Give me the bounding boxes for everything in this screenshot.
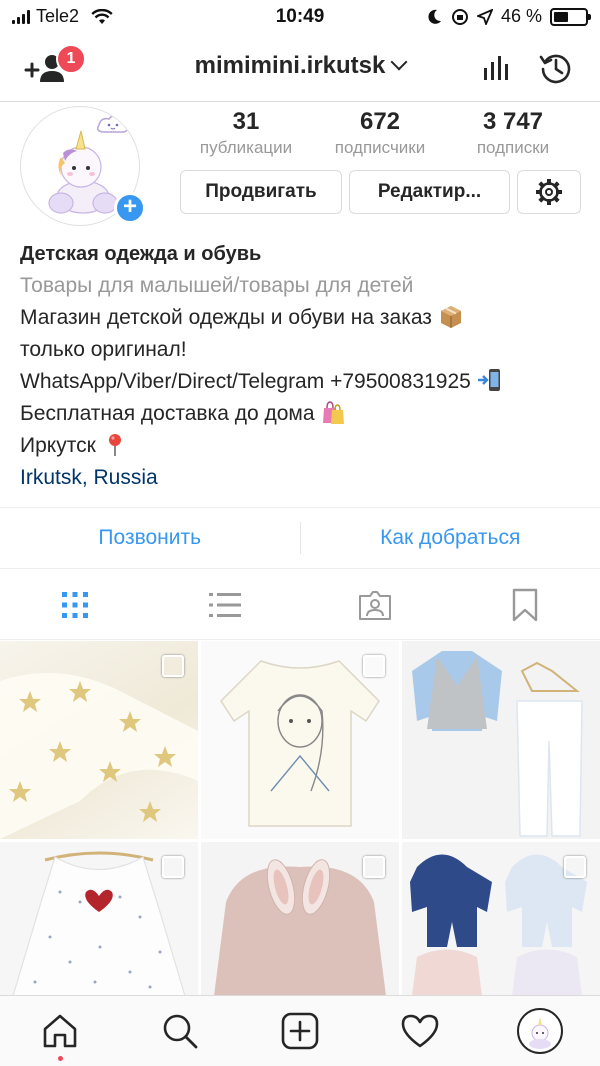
profile-avatar-small: [517, 1008, 563, 1054]
post-thumbnail[interactable]: [0, 641, 198, 839]
tab-list[interactable]: [150, 570, 300, 640]
stat-following-label: подписки: [476, 138, 550, 157]
battery-level: [554, 11, 568, 22]
post-thumbnail[interactable]: [402, 842, 600, 995]
nav-profile[interactable]: [480, 996, 600, 1066]
location-arrow-icon: [476, 8, 493, 25]
stat-following-value: 3 747: [482, 108, 544, 135]
call-button[interactable]: Позвонить: [0, 526, 300, 550]
phone-arrow-emoji-icon: [477, 369, 500, 391]
stat-posts[interactable]: 31 публикации: [176, 108, 316, 158]
tagged-icon: [359, 590, 391, 620]
profile-name: Детская одежда и обувь: [20, 243, 262, 265]
multiple-photos-icon: [162, 655, 184, 677]
stat-followers[interactable]: 672 подписчики: [310, 108, 450, 158]
list-icon: [209, 592, 241, 617]
search-icon: [163, 1014, 198, 1049]
bio-line: Бесплатная доставка до дома: [20, 398, 580, 430]
username-label: mimimini.irkutsk: [194, 52, 386, 79]
home-icon: [43, 1014, 77, 1048]
multiple-photos-icon: [162, 856, 184, 878]
bio-line-2: только оригинал!: [20, 338, 187, 361]
activity-dot: [57, 1055, 63, 1061]
bio-line-5: Иркутск: [20, 434, 96, 457]
status-bar-right: 46 %: [425, 6, 591, 27]
nav-search[interactable]: [120, 996, 240, 1066]
tab-grid[interactable]: [0, 570, 150, 640]
location-link[interactable]: Irkutsk, Russia: [20, 462, 580, 494]
unicorn-logo-small: [529, 1017, 551, 1049]
directions-button[interactable]: Как добраться: [301, 526, 600, 550]
post-thumbnail[interactable]: [201, 641, 399, 839]
pin-emoji-icon: [108, 434, 121, 456]
profile-category: Товары для малышей/товары для детей: [20, 274, 414, 297]
nav-home[interactable]: [0, 996, 120, 1066]
insights-icon[interactable]: [482, 52, 512, 82]
status-bar: Tele2 10:49 46 %: [0, 0, 600, 34]
stat-posts-label: публикации: [199, 138, 293, 157]
nav-activity[interactable]: [360, 996, 480, 1066]
profile-bio: Детская одежда и обувь Товары для малыше…: [20, 238, 580, 494]
bio-line: Иркутск: [20, 430, 580, 462]
posts-grid: [0, 641, 600, 995]
edit-profile-button[interactable]: Редактир...: [349, 170, 510, 214]
profile-header: 1 mimimini.irkutsk: [0, 34, 600, 102]
post-thumbnail[interactable]: [402, 641, 600, 839]
bio-line: WhatsApp/Viber/Direct/Telegram +79500831…: [20, 366, 580, 398]
post-image-vest-outfit: [412, 651, 583, 837]
multiple-photos-icon: [363, 856, 385, 878]
multiple-photos-icon: [564, 856, 586, 878]
stat-following[interactable]: 3 747 подписки: [443, 108, 583, 158]
moon-icon: [428, 9, 441, 24]
multiple-photos-icon: [363, 655, 385, 677]
post-thumbnail[interactable]: [0, 842, 198, 995]
add-story-icon[interactable]: +: [114, 192, 146, 224]
chevron-down-icon: [390, 53, 408, 71]
profile-tabs: [0, 570, 600, 640]
rotation-lock-icon: [451, 8, 468, 25]
tab-saved[interactable]: [450, 570, 600, 640]
settings-button[interactable]: [517, 170, 581, 214]
new-post-icon: [281, 1012, 319, 1050]
post-thumbnail[interactable]: [201, 842, 399, 995]
contact-actions: Позвонить Как добраться: [0, 507, 600, 569]
promote-button[interactable]: Продвигать: [180, 170, 342, 214]
battery-percent: 46 %: [500, 6, 542, 26]
archive-history-icon[interactable]: [538, 50, 574, 86]
stat-posts-value: 31: [232, 108, 260, 135]
heart-icon: [401, 1014, 439, 1048]
stat-followers-label: подписчики: [334, 138, 426, 157]
stat-followers-value: 672: [359, 108, 401, 135]
tab-tagged[interactable]: [300, 570, 450, 640]
grid-icon: [62, 591, 88, 618]
bio-line-3: WhatsApp/Viber/Direct/Telegram +79500831…: [20, 370, 471, 393]
bio-line-1: Магазин детской одежды и обуви на заказ: [20, 306, 432, 329]
shopping-bags-emoji-icon: [323, 401, 345, 424]
bottom-navigation: [0, 995, 600, 1066]
battery-icon: [550, 7, 591, 26]
bio-line: Магазин детской одежды и обуви на заказ: [20, 302, 580, 334]
package-emoji-icon: [440, 306, 461, 328]
bio-line-4: Бесплатная доставка до дома: [20, 402, 315, 425]
gear-icon: [536, 179, 562, 205]
saved-icon: [512, 588, 538, 621]
nav-new-post[interactable]: [240, 996, 360, 1066]
